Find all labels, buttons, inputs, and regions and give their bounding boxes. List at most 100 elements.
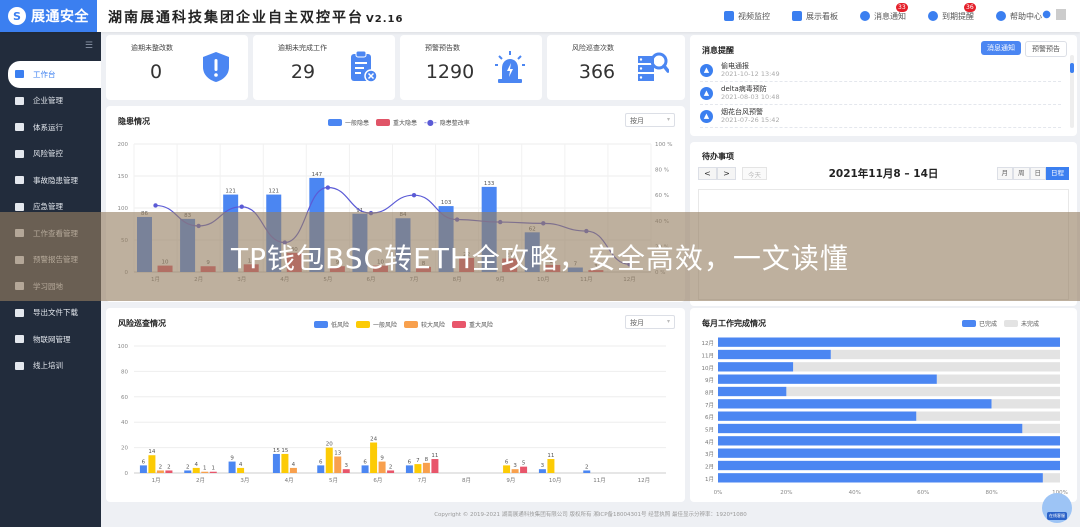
platform-title: 湖南展通科技集团企业自主双控平台 (108, 10, 364, 26)
alarm-light-icon (495, 51, 525, 83)
list-item[interactable]: ▲ 偷电通报 2021-10-12 13:49 (700, 59, 1061, 82)
y-tick-label: 0 (125, 471, 129, 477)
message-date: 2021-10-12 13:49 (721, 70, 780, 79)
menu-collapse-icon[interactable]: ☰ (85, 41, 93, 51)
message-title: 偷电通报 (721, 61, 749, 70)
help-icon (996, 11, 1006, 21)
bar-completed (718, 349, 831, 360)
view-schedule-button[interactable]: 日程 (1046, 167, 1069, 180)
bar-value-label: 6 (319, 459, 323, 465)
bar-completed (718, 460, 1060, 471)
radiation-icon (15, 176, 24, 185)
sidebar-item-system-run[interactable]: 体系运行 (0, 114, 101, 141)
x-tick-label: 7月 (418, 477, 427, 484)
bar-incomplete (991, 399, 1060, 409)
x-tick-label: 11月 (593, 477, 606, 484)
bar-value-label: 6 (142, 459, 146, 465)
bar-completed (718, 411, 917, 421)
bar-value-label: 6 (363, 459, 367, 465)
message-scrollbar[interactable] (1070, 55, 1074, 128)
sidebar-item-iot[interactable]: 物联网管理 (0, 326, 101, 353)
sidebar-item-workbench[interactable]: 工作台 (8, 61, 101, 88)
y-tick-label: 80 (121, 369, 128, 375)
view-day-button[interactable]: 日 (1029, 167, 1046, 180)
bar-value-label: 24 (370, 437, 377, 443)
sidebar-item-enterprise[interactable]: 企业管理 (0, 88, 101, 115)
nav-help[interactable]: 帮助中心 (996, 11, 1042, 22)
bar-risk-1 (281, 453, 289, 473)
bar-value-label: 3 (513, 463, 517, 469)
server-search-icon (638, 52, 669, 81)
x-tick-label: 5月 (329, 477, 338, 484)
y-tick-label: 4月 (705, 439, 714, 446)
board-icon (792, 11, 802, 21)
nav-label: 视频监控 (738, 11, 770, 21)
sidebar-item-label: 应急管理 (33, 202, 63, 212)
x-tick-label: 8月 (462, 477, 471, 484)
bar-value-label: 5 (522, 461, 526, 467)
user-menu[interactable]: ● (1042, 9, 1066, 20)
bar-risk-0 (139, 465, 147, 473)
home-icon (15, 96, 24, 105)
alarm-icon: ▲ (700, 109, 713, 123)
alarm-icon: ▲ (700, 86, 713, 100)
bar-risk-2 (378, 461, 386, 473)
nav-reminders[interactable]: 到期提醒 36 (928, 2, 976, 22)
rectification-rate-point (239, 204, 244, 209)
bar-risk-2 (156, 470, 164, 473)
sidebar-item-online-training[interactable]: 线上培训 (0, 353, 101, 380)
sidebar-item-hazard[interactable]: 事故隐患管理 (0, 167, 101, 194)
x-tick-label: 9月 (506, 477, 515, 484)
bar-risk-0 (228, 461, 236, 473)
bar-incomplete (786, 386, 1060, 397)
tab-warning-forecast[interactable]: 预警预告 (1025, 41, 1067, 57)
bar-completed (718, 473, 1043, 483)
list-item[interactable]: ▲ delta病毒预防 2021-08-03 10:48 (700, 82, 1061, 105)
x-tick-label: 40% (849, 490, 861, 496)
online-support-button[interactable]: 在线客服 (1042, 493, 1072, 523)
bar-value-label: 8 (425, 457, 429, 463)
stat-value: 366 (578, 61, 616, 83)
bar-value-label: 2 (389, 464, 393, 470)
nav-messages[interactable]: 消息通知 33 (860, 2, 908, 22)
sidebar-item-export-download[interactable]: 导出文件下载 (0, 300, 101, 327)
sidebar-item-label: 事故隐患管理 (33, 175, 78, 185)
bar-risk-2 (289, 467, 297, 473)
sidebar-item-label: 体系运行 (33, 122, 63, 132)
message-icon (860, 11, 870, 21)
view-month-button[interactable]: 月 (996, 167, 1013, 180)
x-tick-label: 1月 (152, 477, 161, 484)
y-tick-label: 150 (118, 174, 129, 180)
scrollbar-thumb[interactable] (1070, 63, 1074, 73)
sidebar-item-risk-control[interactable]: 风险管控 (0, 141, 101, 168)
nav-label: 展示看板 (806, 11, 838, 21)
view-week-button[interactable]: 周 (1013, 167, 1030, 180)
stat-label: 逾期未整改数 (131, 44, 173, 52)
nav-video-monitor[interactable]: 视频监控 (724, 11, 770, 22)
tab-message-notice[interactable]: 消息通知 (981, 41, 1021, 55)
brand[interactable]: S 展通安全 (0, 0, 97, 32)
stat-label: 逾期未完成工作 (278, 44, 327, 52)
sidebar-item-label: 工作台 (33, 69, 56, 79)
y-tick-label: 1月 (705, 476, 714, 483)
nav-dashboard[interactable]: 展示看板 (792, 11, 838, 22)
stat-card-overdue-work[interactable]: 逾期未完成工作 29 (253, 35, 395, 100)
message-title: 烟花台风预警 (721, 107, 763, 116)
stat-value: 29 (290, 61, 316, 83)
bar-risk-2 (422, 462, 430, 473)
bar-value-label: 13 (334, 450, 341, 456)
flag-icon (724, 11, 734, 21)
stat-card-warnings[interactable]: 预警预告数 1290 (400, 35, 542, 100)
support-label: 在线客服 (1047, 512, 1067, 520)
bar-completed (718, 362, 794, 372)
bar-risk-0 (405, 465, 413, 473)
stat-card-overdue-rectification[interactable]: 逾期未整改数 0 (106, 35, 248, 100)
y-tick-label: 10月 (702, 365, 715, 372)
bar-value-label: 147 (312, 172, 323, 178)
x-tick-label: 2月 (196, 477, 205, 484)
list-item[interactable]: ▲ 烟花台风预警 2021-07-26 15:42 (700, 105, 1061, 128)
bar-risk-2 (511, 469, 519, 473)
bar-risk-3 (387, 470, 395, 473)
stat-card-risk-inspections[interactable]: 风险巡查次数 366 (547, 35, 685, 100)
y-tick-label: 100 (118, 344, 129, 350)
